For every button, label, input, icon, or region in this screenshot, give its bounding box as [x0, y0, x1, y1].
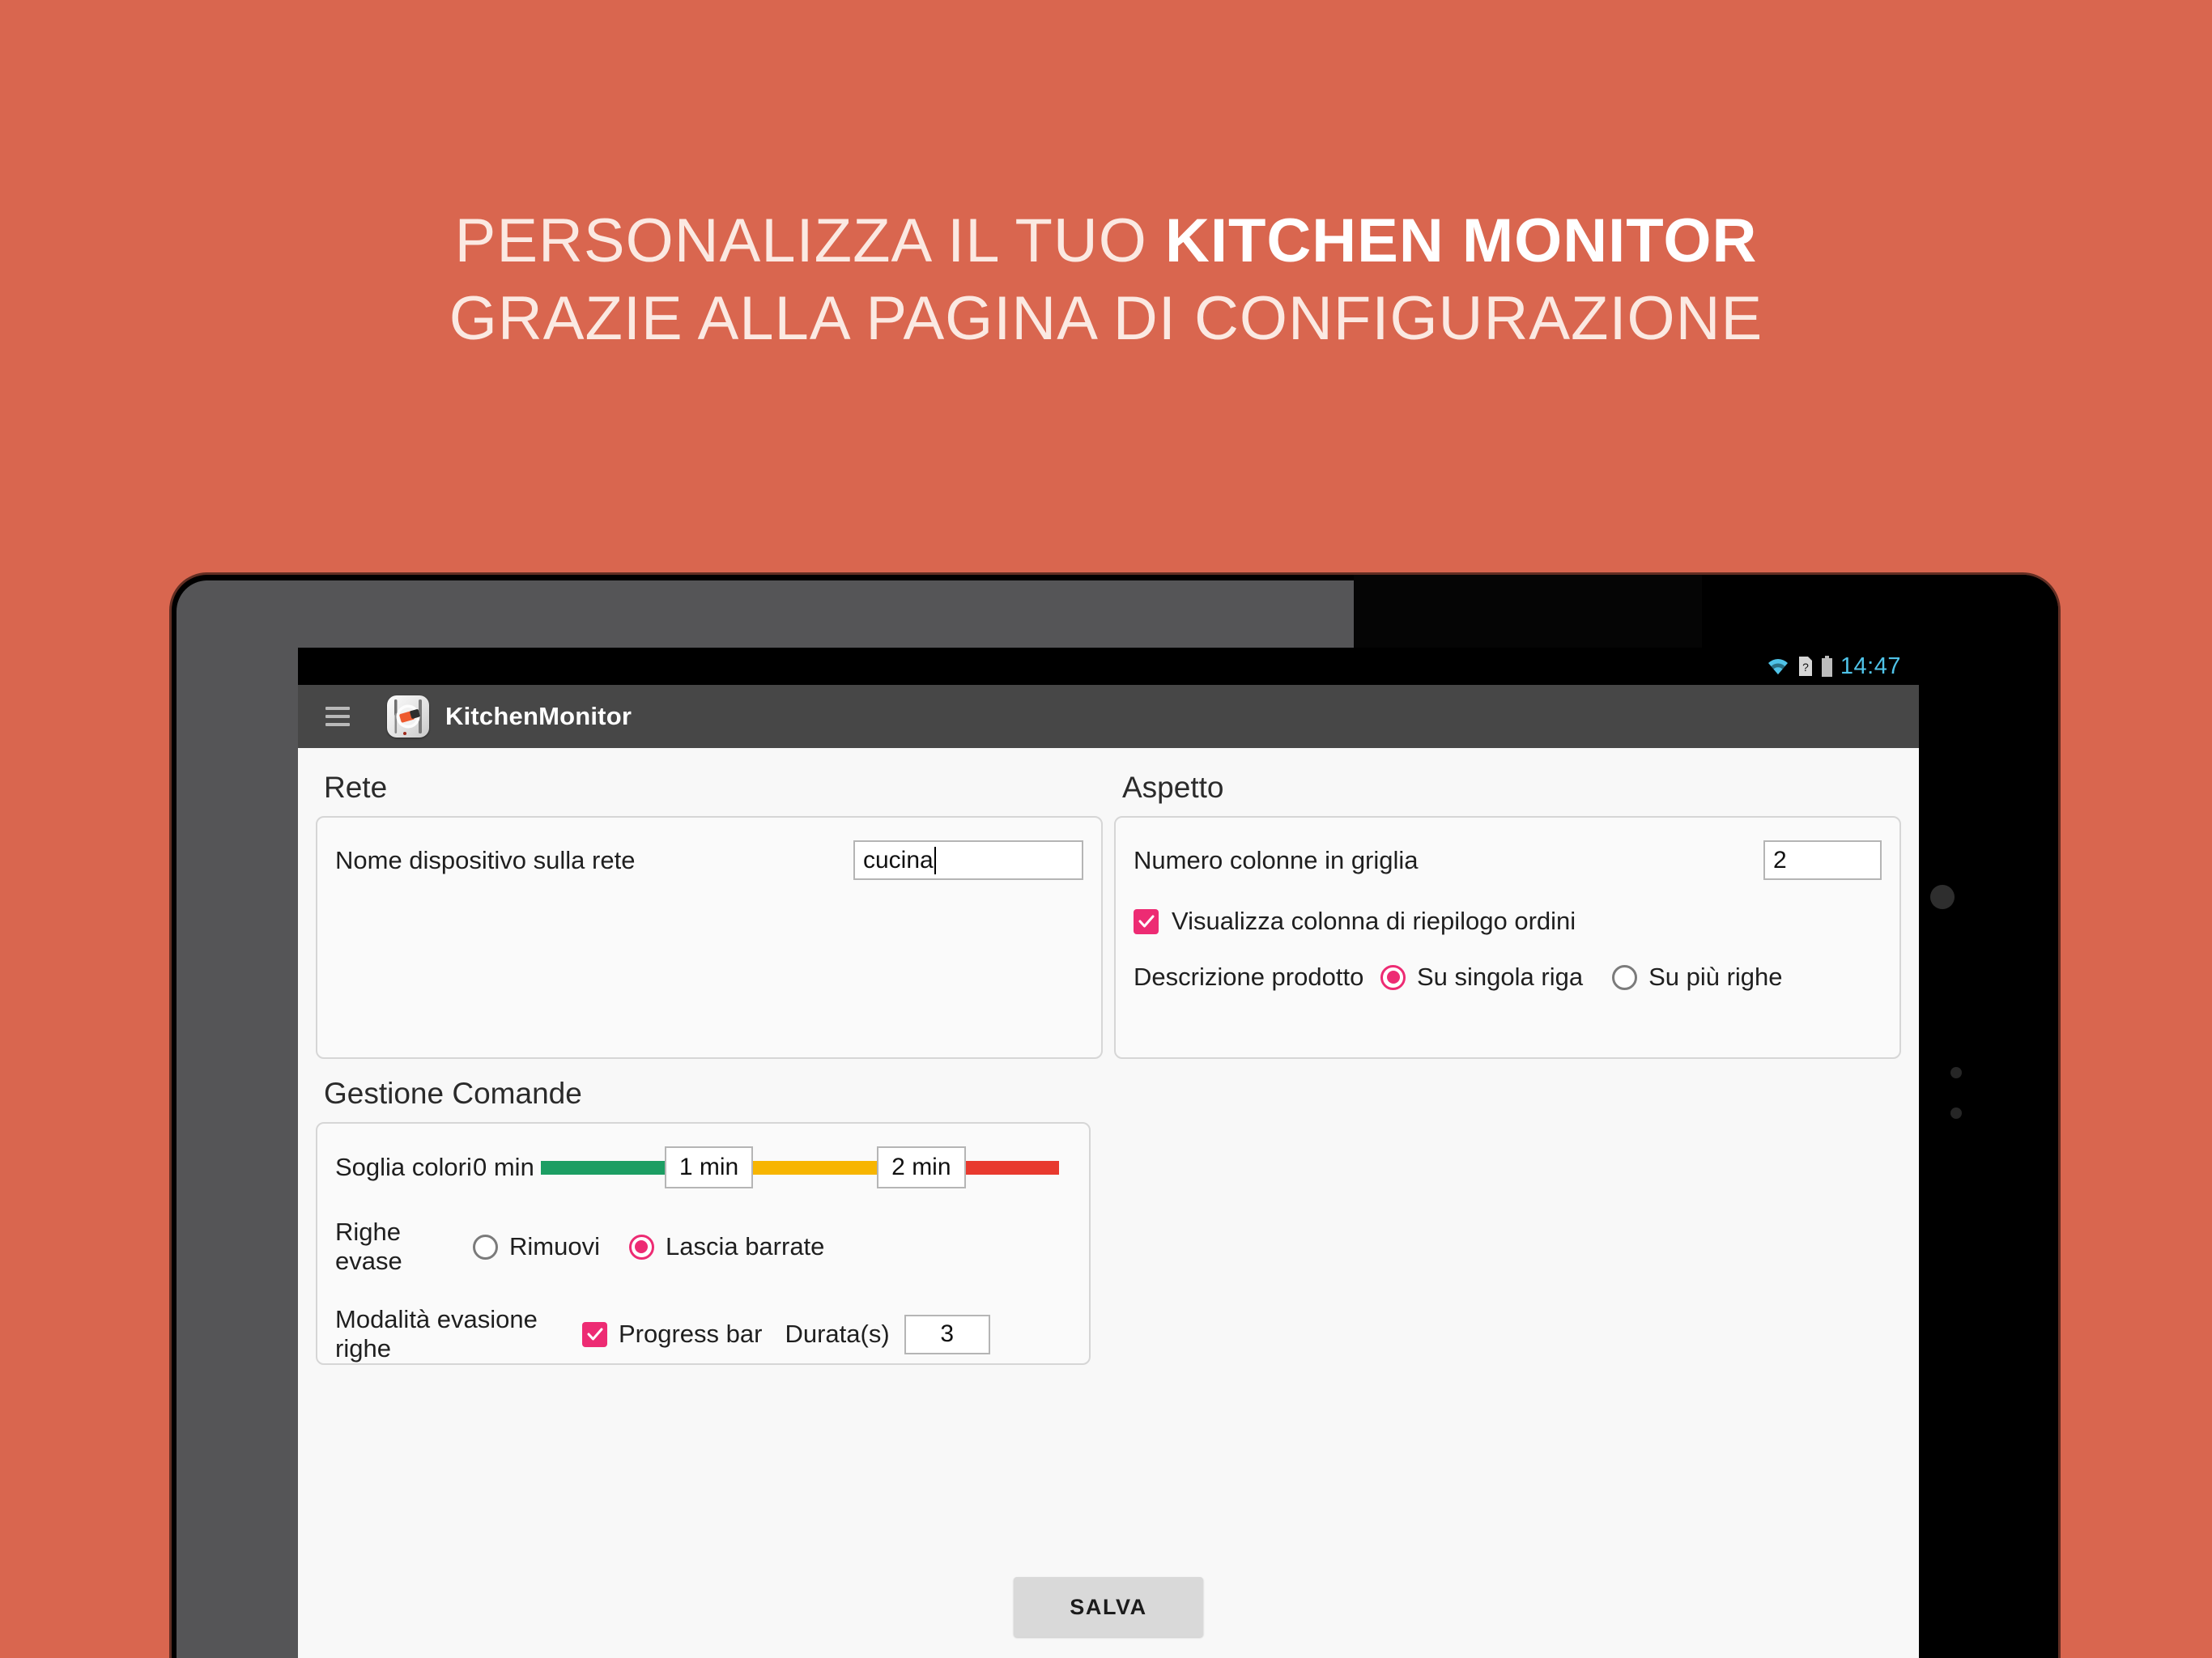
durata-label: Durata(s): [785, 1320, 890, 1348]
threshold-second-handle[interactable]: 2 min: [877, 1146, 966, 1188]
svg-text:?: ?: [1802, 661, 1809, 674]
promo-headline-line1-strong: KITCHEN MONITOR: [1164, 206, 1758, 275]
radio-su-singola-riga-control[interactable]: [1380, 964, 1406, 990]
promo-headline: PERSONALIZZA IL TUO KITCHEN MONITOR GRAZ…: [0, 202, 2212, 358]
radio-su-singola-riga-label: Su singola riga: [1417, 963, 1584, 991]
text-cursor: [934, 846, 936, 874]
soglia-colori-label: Soglia colori: [335, 1153, 472, 1181]
radio-lascia-barrate[interactable]: Lascia barrate: [628, 1232, 825, 1261]
kitchenmonitor-app-icon: [387, 695, 429, 738]
description-mode-label: Descrizione prodotto: [1134, 963, 1364, 991]
radio-lascia-barrate-control[interactable]: [628, 1234, 654, 1260]
android-status-bar: ? 14:47: [298, 648, 1919, 685]
grid-columns-value: 2: [1773, 846, 1787, 874]
radio-rimuovi-control[interactable]: [473, 1234, 498, 1260]
aspetto-panel: Numero colonne in griglia 2 Visualizza c…: [1114, 816, 1901, 1059]
rete-section-title: Rete: [324, 771, 388, 804]
righe-evase-label: Righe evase: [335, 1218, 402, 1275]
promo-headline-line-2: GRAZIE ALLA PAGINA DI CONFIGURAZIONE: [449, 284, 1763, 353]
summary-column-checkbox-row[interactable]: Visualizza colonna di riepilogo ordini: [1134, 907, 1882, 936]
modalita-evasione-label: Modalità evasione righe: [335, 1305, 538, 1363]
app-bar: KitchenMonitor: [298, 685, 1919, 748]
summary-column-checkbox[interactable]: [1134, 908, 1159, 934]
checkmark-icon: [1138, 915, 1154, 928]
device-name-value: cucina: [863, 846, 934, 874]
device-name-input[interactable]: cucina: [853, 840, 1083, 880]
durata-value: 3: [940, 1320, 955, 1347]
sensor-dot-2-icon: [1950, 1107, 1962, 1119]
progress-bar-checkbox[interactable]: [582, 1321, 607, 1347]
summary-column-label: Visualizza colonna di riepilogo ordini: [1172, 907, 1576, 935]
radio-rimuovi[interactable]: Rimuovi: [473, 1232, 600, 1261]
tablet-screen: ? 14:47 KitchenMonitor Rete Nome disposi…: [298, 648, 1919, 1658]
radio-su-piu-righe-label: Su più righe: [1648, 963, 1783, 991]
device-name-label: Nome dispositivo sulla rete: [335, 845, 636, 874]
threshold-bar-green: [540, 1160, 665, 1175]
radio-su-piu-righe-control[interactable]: [1612, 964, 1638, 990]
hamburger-menu-icon[interactable]: [325, 704, 350, 729]
radio-rimuovi-label: Rimuovi: [509, 1232, 600, 1261]
threshold-slider[interactable]: 0 min 1 min 2 min: [473, 1146, 1059, 1188]
rete-panel: Nome dispositivo sulla rete cucina: [316, 816, 1103, 1059]
soglia-colori-row: Soglia colori 0 min 1 min 2 min: [335, 1146, 1071, 1188]
front-camera-icon: [1930, 885, 1955, 909]
aspetto-section-title: Aspetto: [1122, 771, 1224, 804]
grid-columns-input[interactable]: 2: [1763, 840, 1882, 880]
rete-column: Rete Nome dispositivo sulla rete cucina: [316, 759, 1103, 1059]
sensor-dot-1-icon: [1950, 1067, 1962, 1078]
gestione-comande-panel: Soglia colori 0 min 1 min 2 min Righe ev…: [316, 1122, 1091, 1365]
status-bar-clock: 14:47: [1840, 653, 1901, 679]
modalita-evasione-row: Modalità evasione righe Progress bar Dur…: [335, 1305, 1071, 1363]
save-button[interactable]: SALVA: [1014, 1577, 1203, 1637]
checkmark-icon: [587, 1328, 602, 1341]
durata-input[interactable]: 3: [904, 1314, 990, 1354]
radio-su-singola-riga[interactable]: Su singola riga: [1380, 963, 1583, 992]
sim-unknown-icon: ?: [1798, 657, 1812, 676]
battery-icon: [1821, 656, 1832, 677]
progress-bar-checkbox-row[interactable]: Progress bar: [582, 1320, 762, 1349]
description-mode-row: Descrizione prodotto Su singola riga Su …: [1134, 963, 1882, 992]
radio-su-piu-righe[interactable]: Su più righe: [1612, 963, 1783, 992]
threshold-first-handle[interactable]: 1 min: [664, 1146, 754, 1188]
app-bar-title: KitchenMonitor: [445, 702, 632, 730]
grid-columns-label: Numero colonne in griglia: [1134, 845, 1419, 874]
threshold-bar-red: [965, 1160, 1059, 1175]
gestione-comande-column: Gestione Comande Soglia colori 0 min 1 m…: [298, 1059, 1108, 1365]
radio-lascia-barrate-label: Lascia barrate: [665, 1232, 825, 1261]
aspetto-column: Aspetto Numero colonne in griglia 2 Visu…: [1114, 759, 1901, 1059]
gestione-comande-section-title: Gestione Comande: [324, 1077, 582, 1110]
promo-headline-line-1: PERSONALIZZA IL TUO KITCHEN MONITOR: [0, 202, 2212, 280]
promo-headline-line1-prefix: PERSONALIZZA IL TUO: [454, 206, 1165, 275]
settings-content: Rete Nome dispositivo sulla rete cucina …: [298, 748, 1919, 1658]
righe-evase-row: Righe evase Rimuovi Lascia barrate: [335, 1218, 1071, 1276]
threshold-bar-amber: [753, 1160, 878, 1175]
wifi-icon: [1767, 659, 1788, 674]
threshold-start-label: 0 min: [473, 1153, 534, 1181]
progress-bar-label: Progress bar: [619, 1320, 763, 1348]
